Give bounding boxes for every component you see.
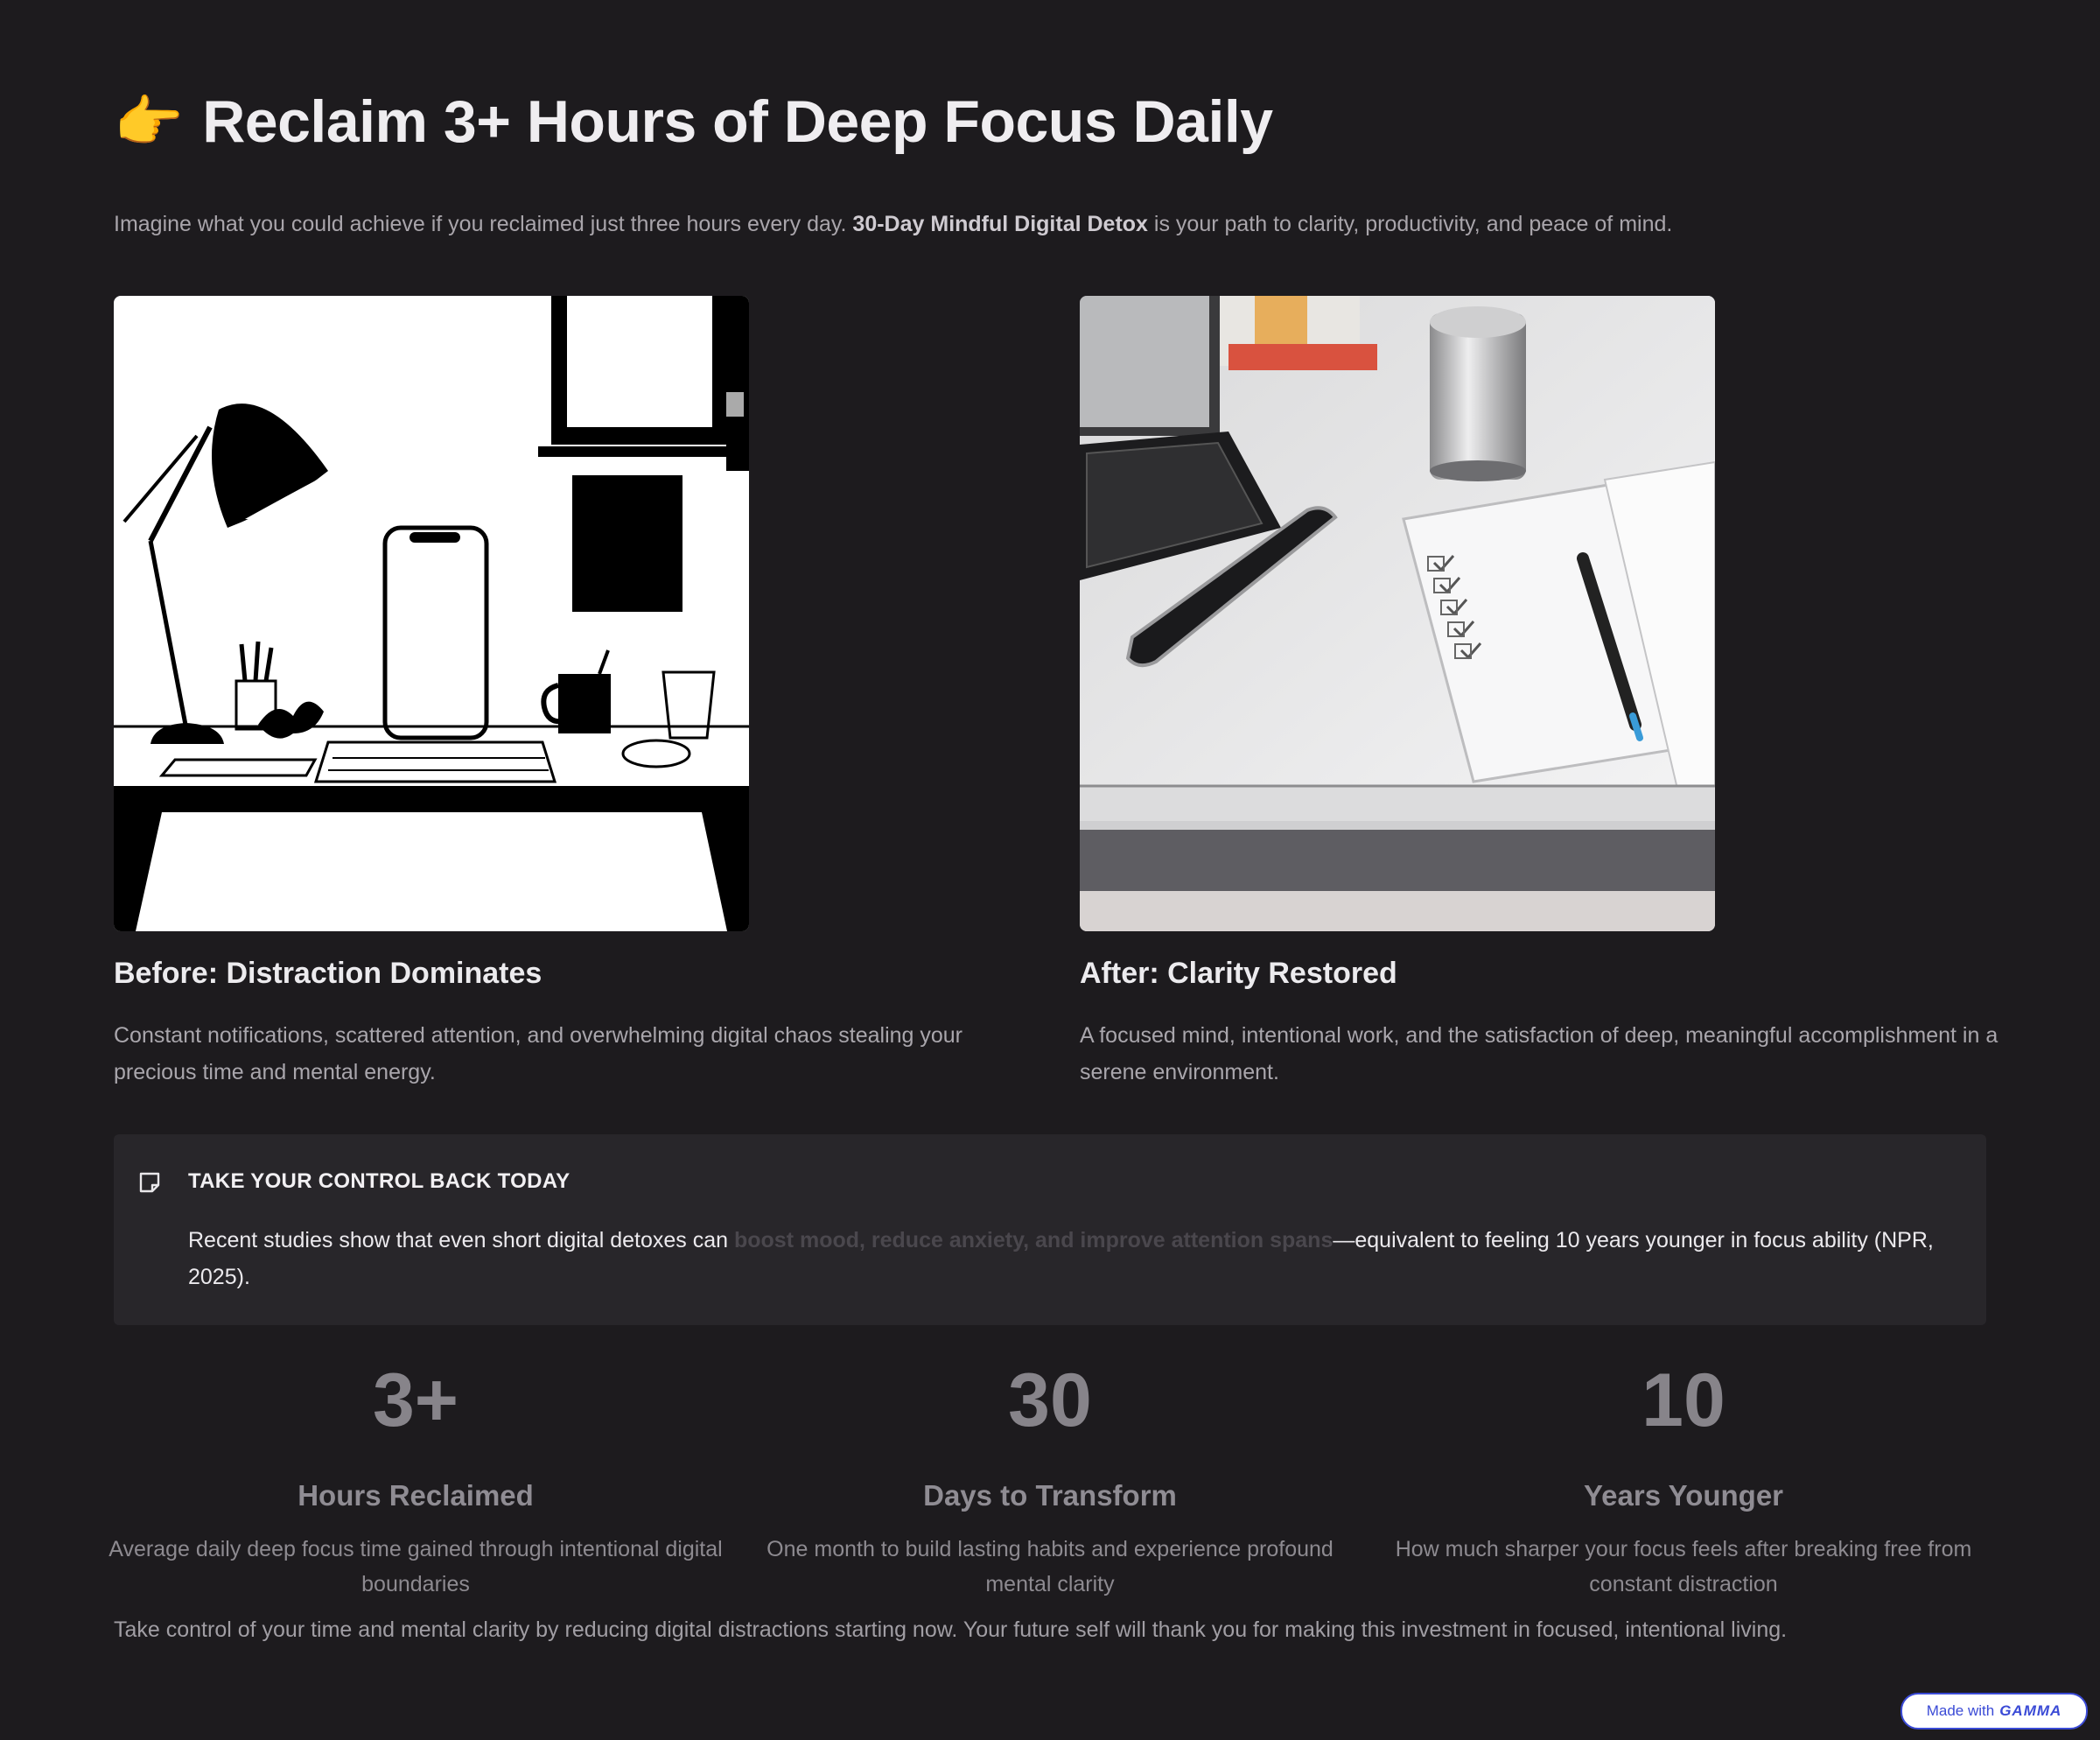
intro-text-end: is your path to clarity, productivity, a…: [1147, 212, 1673, 236]
callout-box: TAKE YOUR CONTROL BACK TODAY Recent stud…: [114, 1134, 1986, 1325]
callout-highlight: boost mood, reduce anxiety, and improve …: [733, 1228, 1334, 1252]
closing-paragraph: Take control of your time and mental cla…: [114, 1617, 1788, 1642]
after-title: After: Clarity Restored: [1080, 957, 1397, 990]
made-with-gamma-badge[interactable]: Made with GAMMA: [1900, 1693, 2088, 1729]
before-description: Constant notifications, scattered attent…: [114, 1023, 963, 1084]
page-title: 👉 Reclaim 3+ Hours of Deep Focus Daily: [114, 88, 1273, 156]
before-title: Before: Distraction Dominates: [114, 957, 542, 990]
intro-paragraph: Imagine what you could achieve if you re…: [114, 212, 2039, 237]
stat-label: Years Younger: [1583, 1479, 1784, 1512]
stat-hours: 3+ Hours Reclaimed Average daily deep fo…: [101, 1357, 731, 1602]
callout-heading: TAKE YOUR CONTROL BACK TODAY: [188, 1169, 570, 1193]
gamma-logo: GAMMA: [1999, 1702, 2062, 1719]
after-image: [1080, 296, 1715, 931]
callout-body: Recent studies show that even short digi…: [188, 1222, 1964, 1295]
stat-description: How much sharper your focus feels after …: [1395, 1537, 1972, 1596]
title-text: Reclaim 3+ Hours of Deep Focus Daily: [202, 88, 1273, 155]
stat-number: 10: [1642, 1358, 1726, 1442]
stat-label: Hours Reclaimed: [298, 1479, 534, 1512]
stat-description: Average daily deep focus time gained thr…: [108, 1537, 723, 1596]
stat-number: 30: [1008, 1358, 1092, 1442]
intro-program-name: 30-Day Mindful Digital Detox: [852, 212, 1148, 236]
callout-text: Recent studies show that even short digi…: [188, 1228, 734, 1252]
stat-number: 3+: [372, 1358, 459, 1442]
pointing-hand-icon: 👉: [114, 89, 184, 155]
stat-years: 10 Years Younger How much sharper your f…: [1368, 1357, 1998, 1602]
stat-label: Days to Transform: [923, 1479, 1177, 1512]
badge-text: Made with: [1926, 1702, 1995, 1719]
after-description: A focused mind, intentional work, and th…: [1080, 1023, 1998, 1084]
stat-description: One month to build lasting habits and ex…: [766, 1537, 1334, 1596]
before-image: [114, 296, 749, 931]
intro-text: Imagine what you could achieve if you re…: [114, 212, 853, 236]
stat-days: 30 Days to Transform One month to build …: [735, 1357, 1365, 1602]
note-icon: [139, 1172, 160, 1193]
